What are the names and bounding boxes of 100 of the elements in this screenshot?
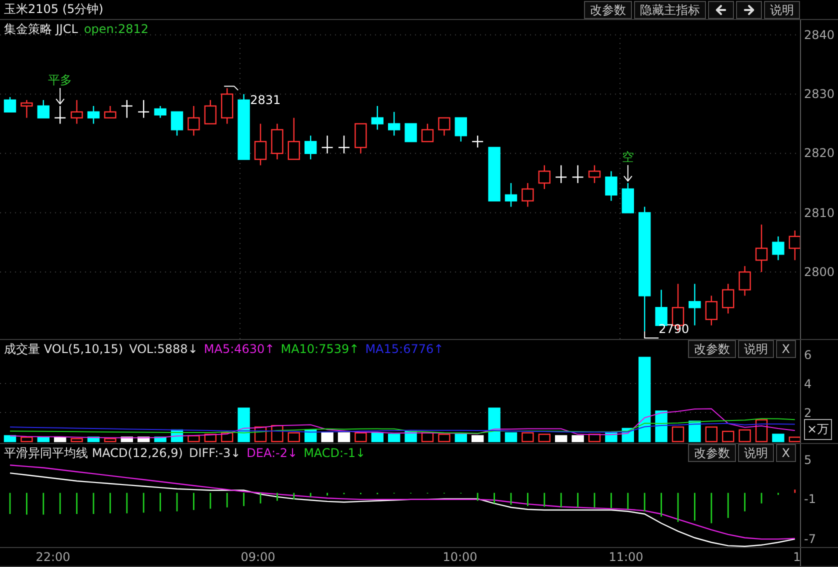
candlestick — [605, 171, 618, 201]
time-axis-label: 11:00 — [608, 550, 644, 564]
close-button[interactable]: X — [776, 340, 796, 358]
candlestick — [572, 165, 584, 184]
indicator-title: 成交量 VOL(5,10,15) — [4, 340, 124, 358]
leader-line — [224, 86, 239, 91]
volume-bar — [20, 436, 33, 442]
candlestick — [772, 236, 784, 260]
strategy-label: 集金策略 JJCL — [4, 20, 78, 38]
volume-bar — [572, 435, 584, 442]
window-title: 玉米2105 (5分钟) — [4, 1, 104, 18]
toolbar-button[interactable]: 改参数 — [688, 444, 736, 462]
indicator-reading: DEA:-2↓ — [246, 446, 298, 460]
candlestick — [221, 88, 234, 124]
next-button[interactable] — [736, 0, 762, 18]
time-axis-label: 10:00 — [442, 550, 478, 564]
candlestick — [54, 106, 66, 124]
axis-tick-label: 2 — [804, 406, 812, 420]
volume-bar — [522, 432, 534, 442]
indicator-reading: MA10:7539↑ — [280, 342, 360, 356]
volume-bar — [371, 432, 384, 442]
volume-bar — [672, 426, 684, 442]
candlestick — [288, 118, 300, 160]
candlestick — [438, 117, 450, 136]
indicator-reading: MA5:4630↑ — [204, 342, 275, 356]
volume-bar — [504, 432, 518, 442]
volume-bar — [772, 434, 784, 442]
toolbar-button[interactable]: 改参数 — [688, 340, 736, 358]
candlestick — [304, 136, 317, 160]
volume-bar — [454, 434, 467, 442]
indicator-reading: MACD:-1↓ — [304, 446, 366, 460]
candlestick — [87, 106, 100, 124]
time-axis-label: 1 — [793, 550, 800, 564]
high-price-label: 2831 — [250, 93, 281, 108]
candlestick — [556, 165, 567, 184]
candlestick — [271, 124, 284, 160]
candlestick — [37, 100, 50, 118]
candlestick — [154, 106, 166, 118]
candlestick — [622, 183, 634, 214]
volume-bar — [104, 438, 116, 442]
candlestick — [488, 146, 500, 202]
toolbar-button[interactable]: 改参数 — [584, 0, 632, 18]
volume-bar — [321, 432, 334, 442]
signal-label: 平多 — [48, 72, 72, 87]
candlestick — [722, 284, 734, 314]
candlestick — [388, 112, 400, 136]
candlestick — [588, 165, 601, 184]
volume-bar — [755, 419, 768, 442]
indicator-title: 平滑异同平均线 MACD(12,26,9) — [4, 444, 183, 462]
candlestick — [522, 183, 534, 207]
volume-bar — [4, 435, 16, 442]
volume-bar — [154, 436, 166, 442]
volume-bar — [288, 432, 300, 442]
close-button[interactable]: X — [776, 444, 796, 462]
time-axis-label: 22:00 — [36, 550, 70, 564]
volume-bar — [555, 435, 568, 442]
candlestick — [705, 296, 718, 326]
volume-bar — [688, 420, 701, 442]
axis-tick-label: 5 — [804, 452, 812, 467]
volume-bar — [488, 408, 500, 442]
candlestick — [238, 94, 250, 160]
candlestick — [504, 183, 518, 207]
right-arrow-icon — [742, 2, 756, 16]
candlestick — [655, 290, 668, 326]
volume-bar — [354, 432, 367, 442]
open-price-reading: open:2812 — [84, 22, 148, 36]
axis-tick-label: -1 — [804, 492, 816, 506]
candlestick — [472, 136, 484, 148]
indicator-reading: DIFF:-3↓ — [188, 446, 241, 460]
low-price-label: 2790 — [658, 322, 690, 336]
previous-button[interactable] — [708, 0, 734, 18]
toolbar-button[interactable]: 说明 — [764, 0, 800, 18]
volume-bar — [655, 410, 668, 442]
candlestick — [170, 111, 184, 136]
candlestick — [138, 100, 150, 118]
toolbar-button[interactable]: 说明 — [738, 444, 774, 462]
down-arrow-icon — [623, 164, 632, 182]
volume-bar — [87, 436, 100, 442]
volume-bar — [388, 434, 400, 442]
candlestick — [322, 136, 333, 154]
toolbar-button[interactable]: 隐藏主指标 — [634, 0, 706, 18]
toolbar-button[interactable]: 说明 — [738, 340, 774, 358]
candlestick — [20, 100, 33, 118]
unit-label: ×万 — [804, 419, 832, 440]
left-arrow-icon — [714, 2, 728, 16]
candlestick — [121, 100, 132, 118]
axis-tick-label: 2830 — [804, 87, 835, 102]
candlestick — [104, 106, 116, 118]
candlestick — [788, 230, 800, 260]
axis-tick-label: 2810 — [804, 206, 835, 220]
candlestick — [188, 106, 200, 136]
leader-line — [644, 330, 660, 338]
indicator-reading: MA15:6776↑ — [365, 342, 444, 356]
candlestick — [404, 123, 417, 142]
candlestick — [688, 284, 701, 326]
axis-tick-label: 6 — [804, 348, 812, 362]
candlestick — [371, 106, 384, 130]
axis-tick-label: -7 — [804, 532, 816, 546]
candlestick — [354, 123, 367, 154]
candlestick — [204, 100, 216, 124]
